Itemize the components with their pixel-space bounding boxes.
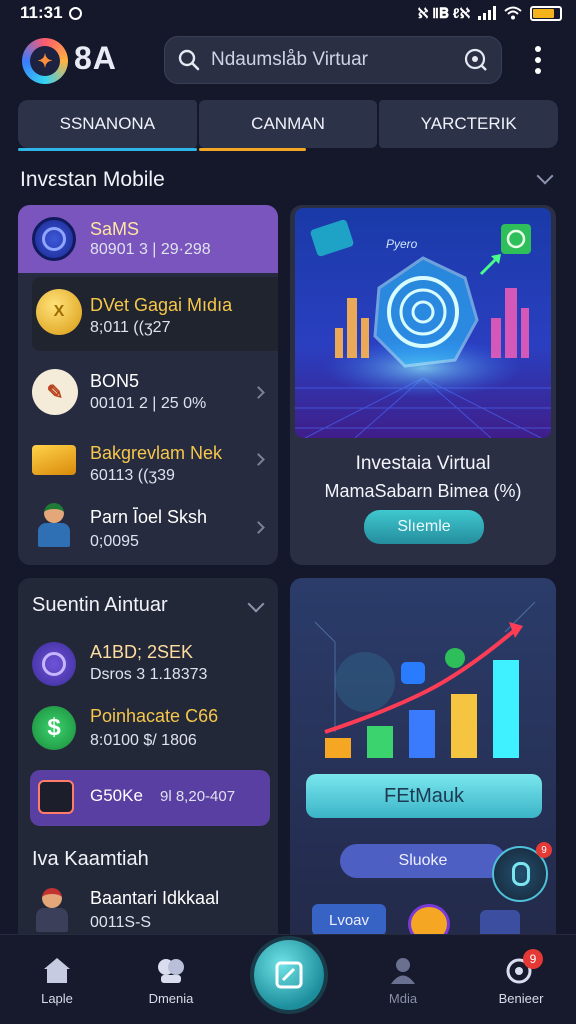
edit-icon: [275, 961, 303, 989]
gold-coin-icon: X: [36, 289, 82, 335]
tertiary-action-button[interactable]: Lvoav: [312, 904, 386, 934]
voice-search-icon[interactable]: [463, 47, 489, 73]
nav-settings[interactable]: 9 Benieer: [476, 949, 566, 1006]
create-fab-button[interactable]: [254, 940, 324, 1010]
profile-icon: [391, 958, 415, 984]
asset-name: A1BD; 2SEK: [90, 642, 194, 662]
asset-value: 0011S-S: [90, 914, 152, 931]
asset-value: 8:0100 $/ 1806: [90, 732, 197, 749]
asset-name: BON5: [90, 371, 140, 391]
tab-yarcterik[interactable]: YARCTERIK: [379, 100, 559, 148]
brand-name: 8A: [74, 40, 117, 76]
secondary-asset-card: Suentin Aintuar A1BD; 2SEK Dsros 3 1.183…: [18, 578, 278, 934]
tab-bar: SSNANONA CANMAN YARCTERIK: [18, 100, 559, 151]
list-item[interactable]: G50Ke 9l 8,20-407: [30, 770, 270, 826]
asset-value: 00101 2 | 25 0%: [90, 395, 207, 412]
tab-ssnanona[interactable]: SSNANONA: [18, 100, 197, 151]
nav-home[interactable]: Laple: [12, 955, 102, 1006]
start-button[interactable]: Slıemle: [364, 510, 484, 544]
clock: 11:31: [20, 3, 63, 22]
list-item[interactable]: A1BD; 2SEK Dsros 3 1.18373: [18, 634, 278, 700]
status-icons: ℵ Ⅱ𝐁 ℓℵ: [417, 4, 470, 21]
coin-icon: [32, 217, 76, 261]
hud-label: Pyero: [386, 237, 418, 251]
asset-name: G50Ke: [90, 786, 143, 805]
token-icon: [32, 642, 76, 686]
investor-avatar: [32, 503, 76, 549]
collapse-chevron-icon[interactable]: [536, 167, 554, 185]
asset-name: DVet Gagai Mıdıa: [90, 295, 233, 315]
section-title-secondary: Suentin Aintuar: [32, 594, 168, 616]
asset-value: 80901 3 | 29·298: [90, 241, 211, 258]
section-title-invest: Invεstan Mobile: [20, 168, 165, 191]
star-badge-icon: [408, 904, 450, 934]
gold-bar-icon: [32, 445, 76, 475]
asset-list-card: SaMS 80901 3 | 29·298 X DVet Gagai Mıdıa…: [18, 205, 278, 565]
feature-caption-title: Investaia Virtual: [355, 453, 491, 474]
subsection-title: Iva Kaamtiah: [32, 848, 149, 870]
list-item[interactable]: SaMS 80901 3 | 29·298: [18, 205, 278, 273]
list-item[interactable]: ✎ BON5 00101 2 | 25 0%: [18, 355, 278, 429]
signal-icon: [478, 6, 496, 20]
community-icon: [158, 959, 184, 983]
alarm-icon: [68, 6, 82, 20]
asset-name: Poinhacate C66: [90, 706, 219, 726]
search-icon: [178, 49, 200, 71]
feature-caption-subtitle: MamaSabarn Bimea (%): [324, 481, 522, 501]
list-item[interactable]: Baantari Idkkaal 0011S-S: [18, 882, 278, 934]
nav-profile[interactable]: Mdia: [358, 955, 448, 1006]
status-bar: 11:31 ℵ Ⅱ𝐁 ℓℵ: [0, 0, 576, 26]
person-avatar: [32, 888, 72, 932]
chevron-right-icon: [252, 521, 265, 534]
nav-community[interactable]: Dmenia: [126, 955, 216, 1006]
feature-card-virtual[interactable]: Pyero Investaia Virtual MamaSabarn Bimea…: [290, 205, 556, 565]
collapse-chevron-icon[interactable]: [247, 595, 265, 613]
wallet-icon: [38, 780, 74, 814]
asset-name: Parn Ī̈oel Sksh: [90, 507, 208, 527]
search-bar[interactable]: [164, 36, 502, 84]
asset-name: SaMS: [90, 219, 140, 239]
battery-icon: [530, 5, 562, 21]
list-item[interactable]: Bakgrevlam Nek 60113 ((ʒ39: [18, 427, 278, 495]
tab-canman[interactable]: CANMAN: [198, 100, 378, 151]
asset-name: Bakgrevlam Nek: [90, 443, 223, 463]
asset-value: 0;0095: [90, 533, 139, 550]
primary-action-button[interactable]: FEtMauk: [306, 774, 542, 818]
grid-app-icon[interactable]: [480, 910, 520, 934]
dollar-coin-icon: $: [32, 706, 76, 750]
virtual-investment-illustration: [295, 208, 551, 438]
list-item[interactable]: $ Poinhacate C66 8:0100 $/ 1806: [18, 700, 278, 766]
asset-value: 9l 8,20-407: [160, 788, 236, 805]
more-options-icon[interactable]: [528, 44, 548, 76]
app-logo-icon[interactable]: ✦: [22, 38, 68, 84]
bond-icon: ✎: [32, 369, 78, 415]
home-icon: [44, 958, 70, 983]
list-item[interactable]: Parn Ī̈oel Sksh 0;0095: [18, 493, 278, 563]
app-header: ✦ 8A: [0, 34, 576, 90]
asset-value: Dsros 3 1.18373: [90, 666, 208, 683]
assistant-bubble-icon[interactable]: 9: [492, 842, 552, 902]
notification-badge: 9: [536, 842, 552, 858]
chevron-right-icon: [252, 386, 265, 399]
asset-value: 8;011 ((ʒ27: [90, 319, 171, 336]
notification-badge: 9: [523, 949, 543, 969]
asset-value: 60113 ((ʒ39: [90, 467, 175, 484]
growth-chart-illustration: [314, 601, 536, 758]
chevron-right-icon: [252, 453, 265, 466]
search-input[interactable]: [211, 49, 463, 71]
asset-name: Baantari Idkkaal: [90, 888, 220, 908]
list-item[interactable]: X DVet Gagai Mıdıa 8;011 ((ʒ27: [32, 277, 278, 351]
secondary-action-button[interactable]: Sluoke: [340, 844, 506, 878]
wifi-icon: [504, 6, 522, 20]
